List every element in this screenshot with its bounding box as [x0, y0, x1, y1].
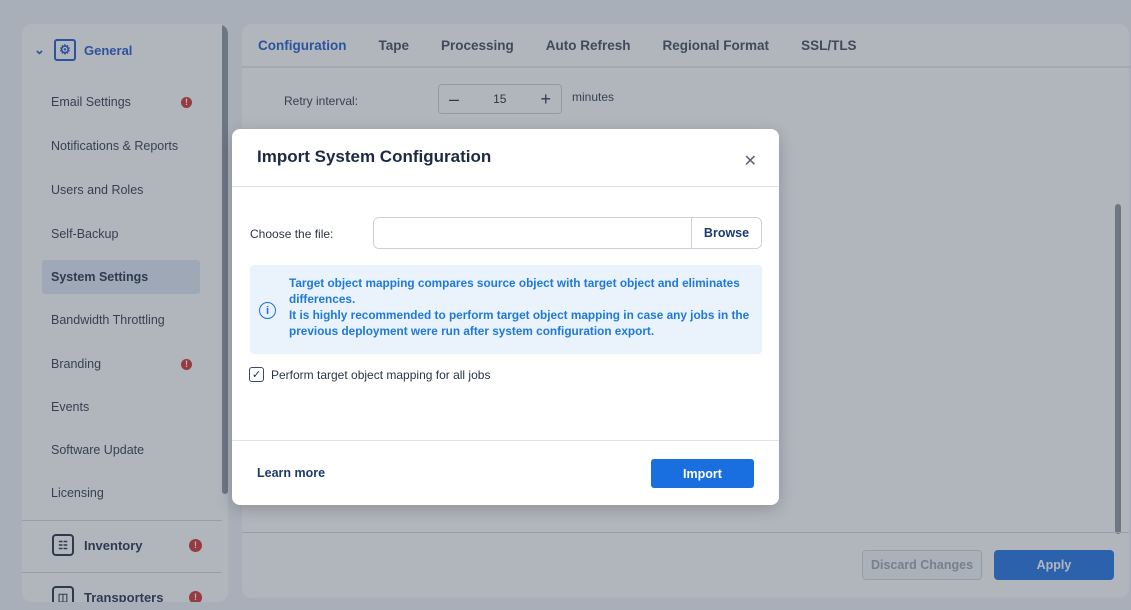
- checkbox-label: Perform target object mapping for all jo…: [271, 367, 491, 382]
- file-path-input[interactable]: [374, 218, 691, 248]
- info-icon: i: [259, 302, 276, 319]
- dialog-title: Import System Configuration: [257, 147, 492, 166]
- learn-more-link[interactable]: Learn more: [257, 466, 325, 480]
- info-box: i Target object mapping compares source …: [250, 265, 762, 354]
- import-configuration-dialog: Import System Configuration ✕ Choose the…: [232, 129, 779, 505]
- close-icon[interactable]: ✕: [744, 151, 757, 171]
- divider: [232, 440, 779, 441]
- info-line-1: Target object mapping compares source ob…: [289, 276, 740, 306]
- info-text: Target object mapping compares source ob…: [289, 275, 754, 339]
- info-line-2: It is highly recommended to perform targ…: [289, 308, 750, 338]
- import-button[interactable]: Import: [651, 459, 754, 488]
- checkbox-checked-icon[interactable]: ✓: [249, 367, 264, 382]
- file-label: Choose the file:: [250, 227, 334, 241]
- browse-button[interactable]: Browse: [691, 218, 761, 248]
- divider: [232, 186, 779, 187]
- file-input-group: Browse: [373, 217, 762, 249]
- object-mapping-checkbox-row[interactable]: ✓ Perform target object mapping for all …: [249, 367, 490, 382]
